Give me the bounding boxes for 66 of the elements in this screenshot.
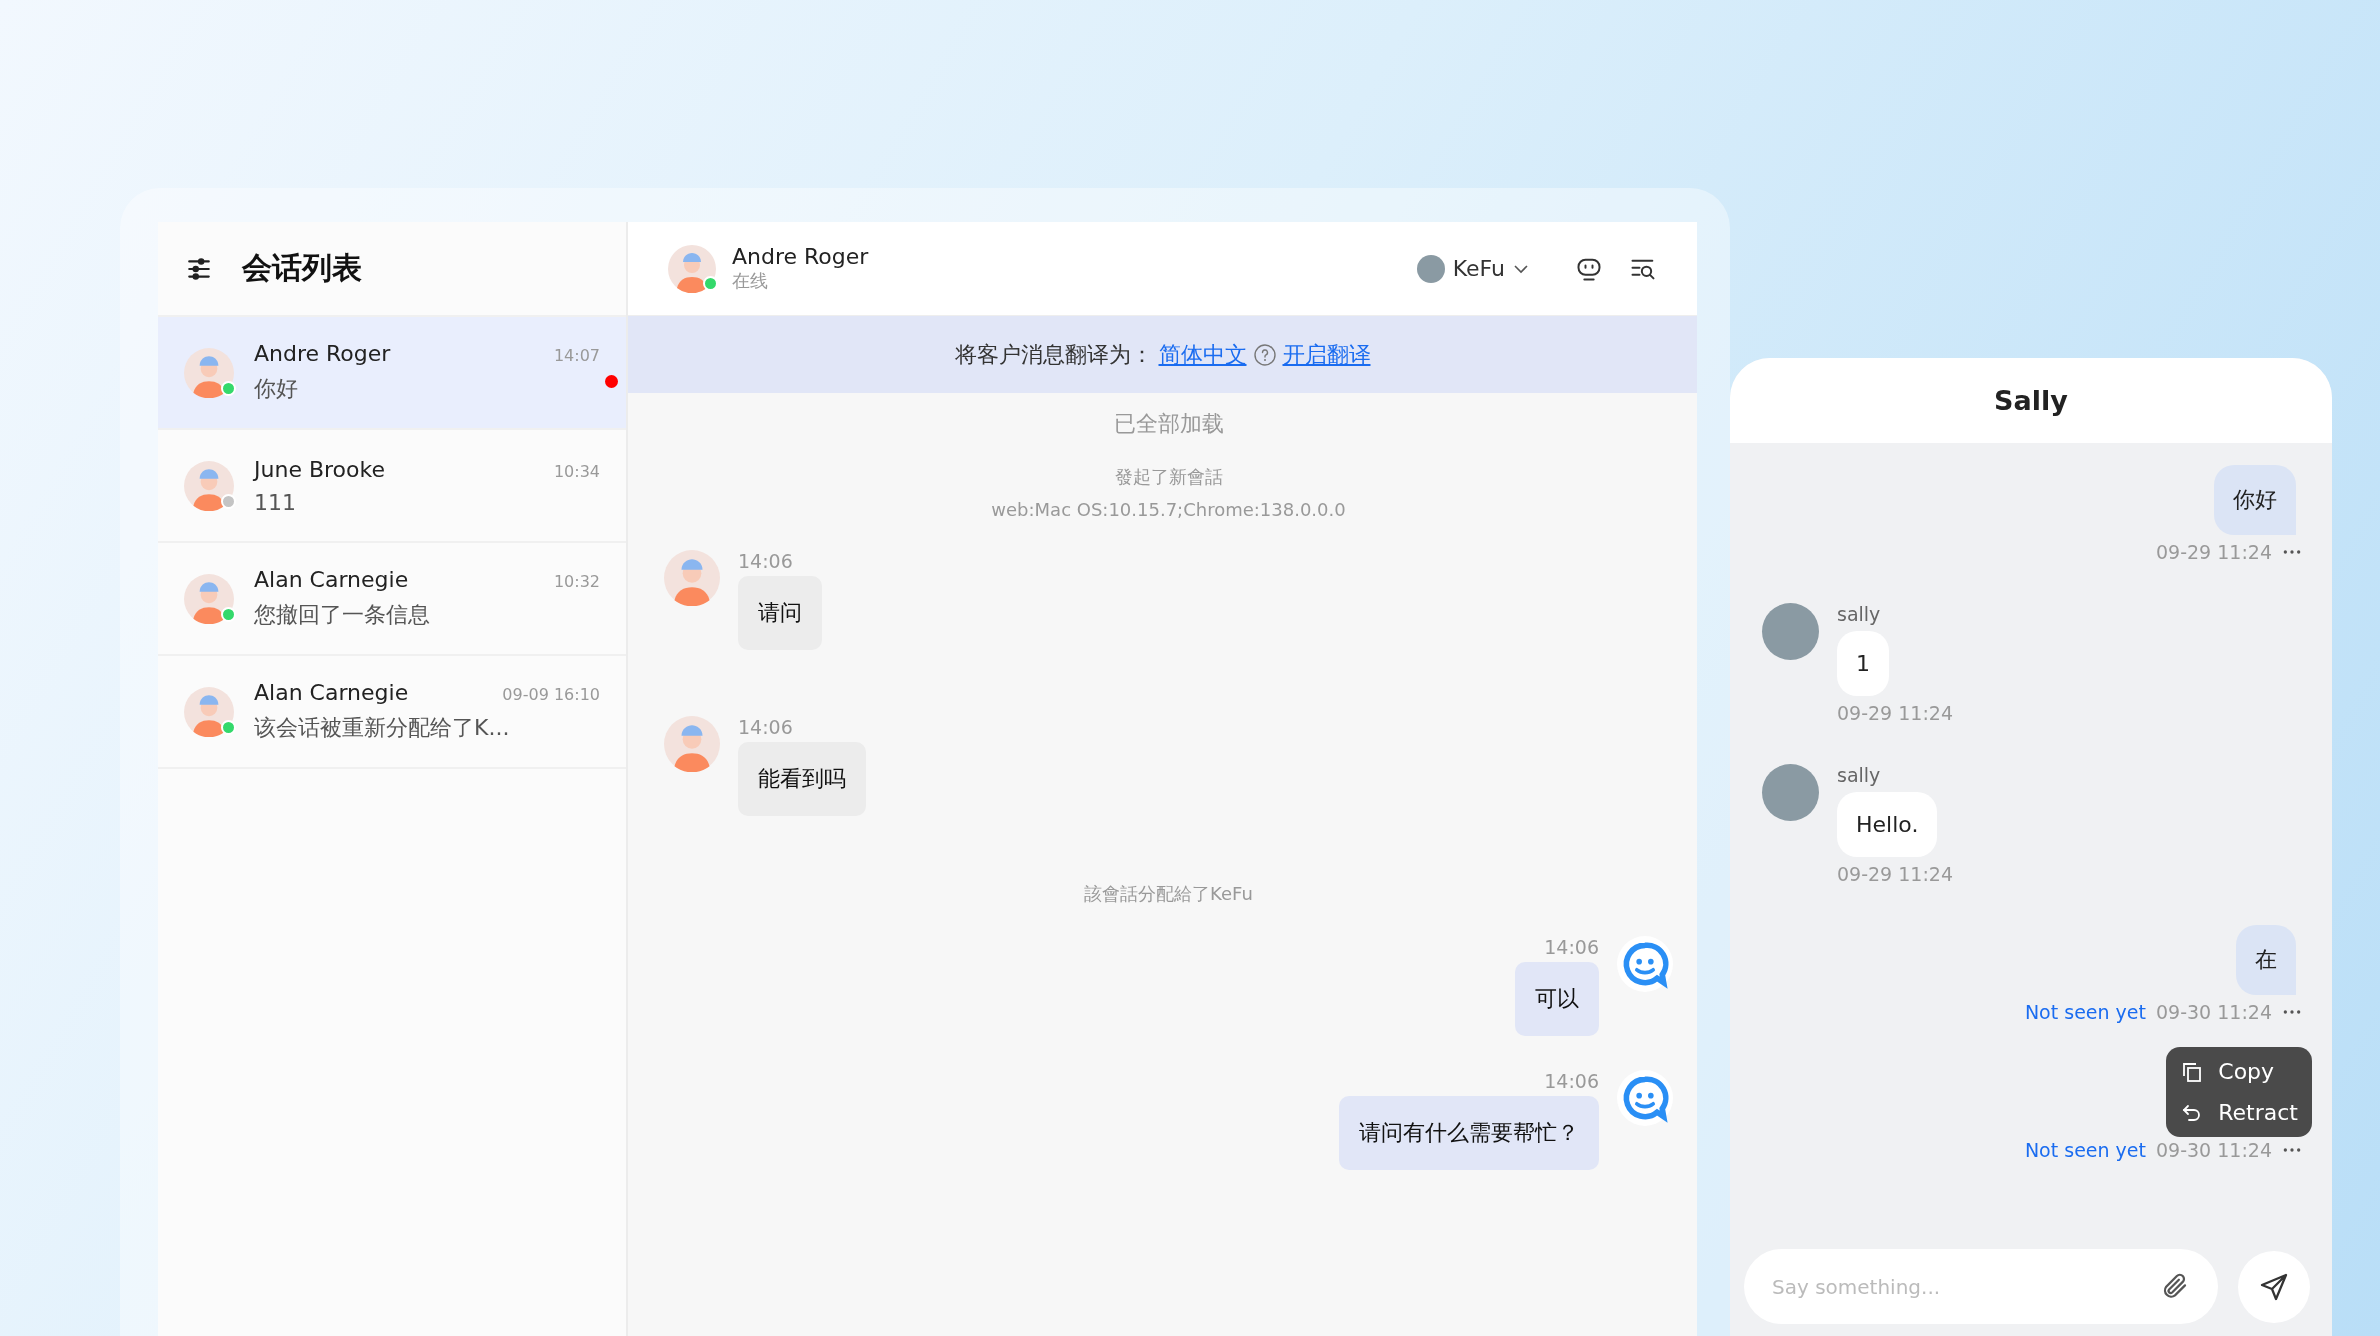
- timestamp: 09-30 11:24: [2156, 1139, 2272, 1161]
- load-notice: 已全部加载: [1112, 410, 1225, 438]
- timestamp: 09-30 11:24: [2156, 1001, 2272, 1023]
- sender-avatar: [1762, 603, 1819, 660]
- message-preview: 111: [254, 489, 297, 515]
- message-bubble: 请问有什么需要帮忙？: [1339, 1096, 1599, 1170]
- message-bubble: 在: [2236, 925, 2296, 995]
- translate-label: 将客户消息翻译为：: [954, 340, 1153, 369]
- message-bubble: Hello.: [1837, 792, 1938, 857]
- bot-avatar: [1617, 936, 1673, 992]
- person-avatar: [184, 460, 234, 511]
- message-preview: 你好: [254, 375, 299, 403]
- agent-avatar: [1416, 254, 1445, 283]
- person-avatar: [668, 244, 716, 293]
- read-status: Not seen yet: [2024, 1001, 2146, 1023]
- message-bubble: 请问: [738, 576, 822, 650]
- timestamp: 09-29 11:24: [1837, 863, 1953, 885]
- message-bubble: 可以: [1515, 962, 1599, 1036]
- person-avatar: [664, 550, 720, 606]
- timestamp: 10:34: [553, 461, 600, 481]
- timestamp: 09-09 16:10: [502, 685, 600, 704]
- system-notice: 該會話分配給了KeFu: [1084, 882, 1253, 906]
- contact-name: Andre Roger: [254, 341, 391, 366]
- contact-status: 在线: [732, 269, 769, 293]
- contact-name: Andre Roger: [732, 244, 869, 269]
- sender-name: sally: [1837, 764, 1881, 786]
- sender-avatar: [1762, 764, 1819, 821]
- sidebar-title: 会话列表: [242, 249, 362, 287]
- timestamp: 14:06: [1544, 1070, 1599, 1092]
- person-avatar: [184, 686, 234, 737]
- menu-item[interactable]: Copy: [2180, 1059, 2298, 1084]
- contact-name: Alan Carnegie: [254, 567, 409, 592]
- read-status: Not seen yet: [2024, 1139, 2146, 1161]
- timestamp: 09-29 11:24: [2156, 541, 2272, 563]
- timestamp: 14:06: [738, 550, 793, 572]
- person-avatar: [664, 716, 720, 772]
- conversation-item[interactable]: Andre Roger 14:07 你好: [158, 317, 626, 430]
- contact-name: Alan Carnegie: [254, 680, 409, 705]
- timestamp: 14:07: [553, 346, 600, 365]
- language-link[interactable]: 简体中文: [1158, 339, 1247, 370]
- message-bubble: 1: [1837, 631, 1889, 696]
- menu-item[interactable]: Retract: [2180, 1100, 2298, 1125]
- system-notice: 發起了新會話: [1114, 465, 1223, 489]
- system-notice: web:Mac OS:10.15.7;Chrome:138.0.0.0: [991, 499, 1346, 520]
- timestamp: 10:32: [553, 572, 600, 591]
- person-avatar: [184, 347, 234, 398]
- conversation-item[interactable]: June Brooke 10:34 111: [158, 430, 626, 543]
- message-bubble: 你好: [2214, 465, 2296, 535]
- message-preview: 您撤回了一条信息: [254, 601, 431, 629]
- message-preview: 该会话被重新分配给了K...: [254, 714, 511, 742]
- timestamp: 14:06: [1544, 936, 1599, 958]
- message-input[interactable]: Say something...: [1744, 1249, 2218, 1324]
- widget-title: Sally: [1994, 385, 2068, 416]
- conversation-item[interactable]: Alan Carnegie 09-09 16:10 该会话被重新分配给了K...: [158, 656, 626, 769]
- agent-select[interactable]: KeFu: [1416, 254, 1529, 283]
- bot-avatar: [1617, 1070, 1673, 1126]
- person-avatar: [184, 573, 234, 624]
- sender-name: sally: [1837, 603, 1881, 625]
- contact-name: June Brooke: [254, 456, 385, 482]
- message-bubble: 能看到吗: [738, 742, 866, 816]
- conversation-item[interactable]: Alan Carnegie 10:32 您撤回了一条信息: [158, 543, 626, 656]
- timestamp: 14:06: [738, 716, 793, 738]
- timestamp: 09-29 11:24: [1837, 702, 1953, 724]
- filter-icon[interactable]: [186, 255, 212, 282]
- enable-translation-link[interactable]: 开启翻译: [1282, 339, 1371, 370]
- help-icon[interactable]: [1252, 342, 1277, 367]
